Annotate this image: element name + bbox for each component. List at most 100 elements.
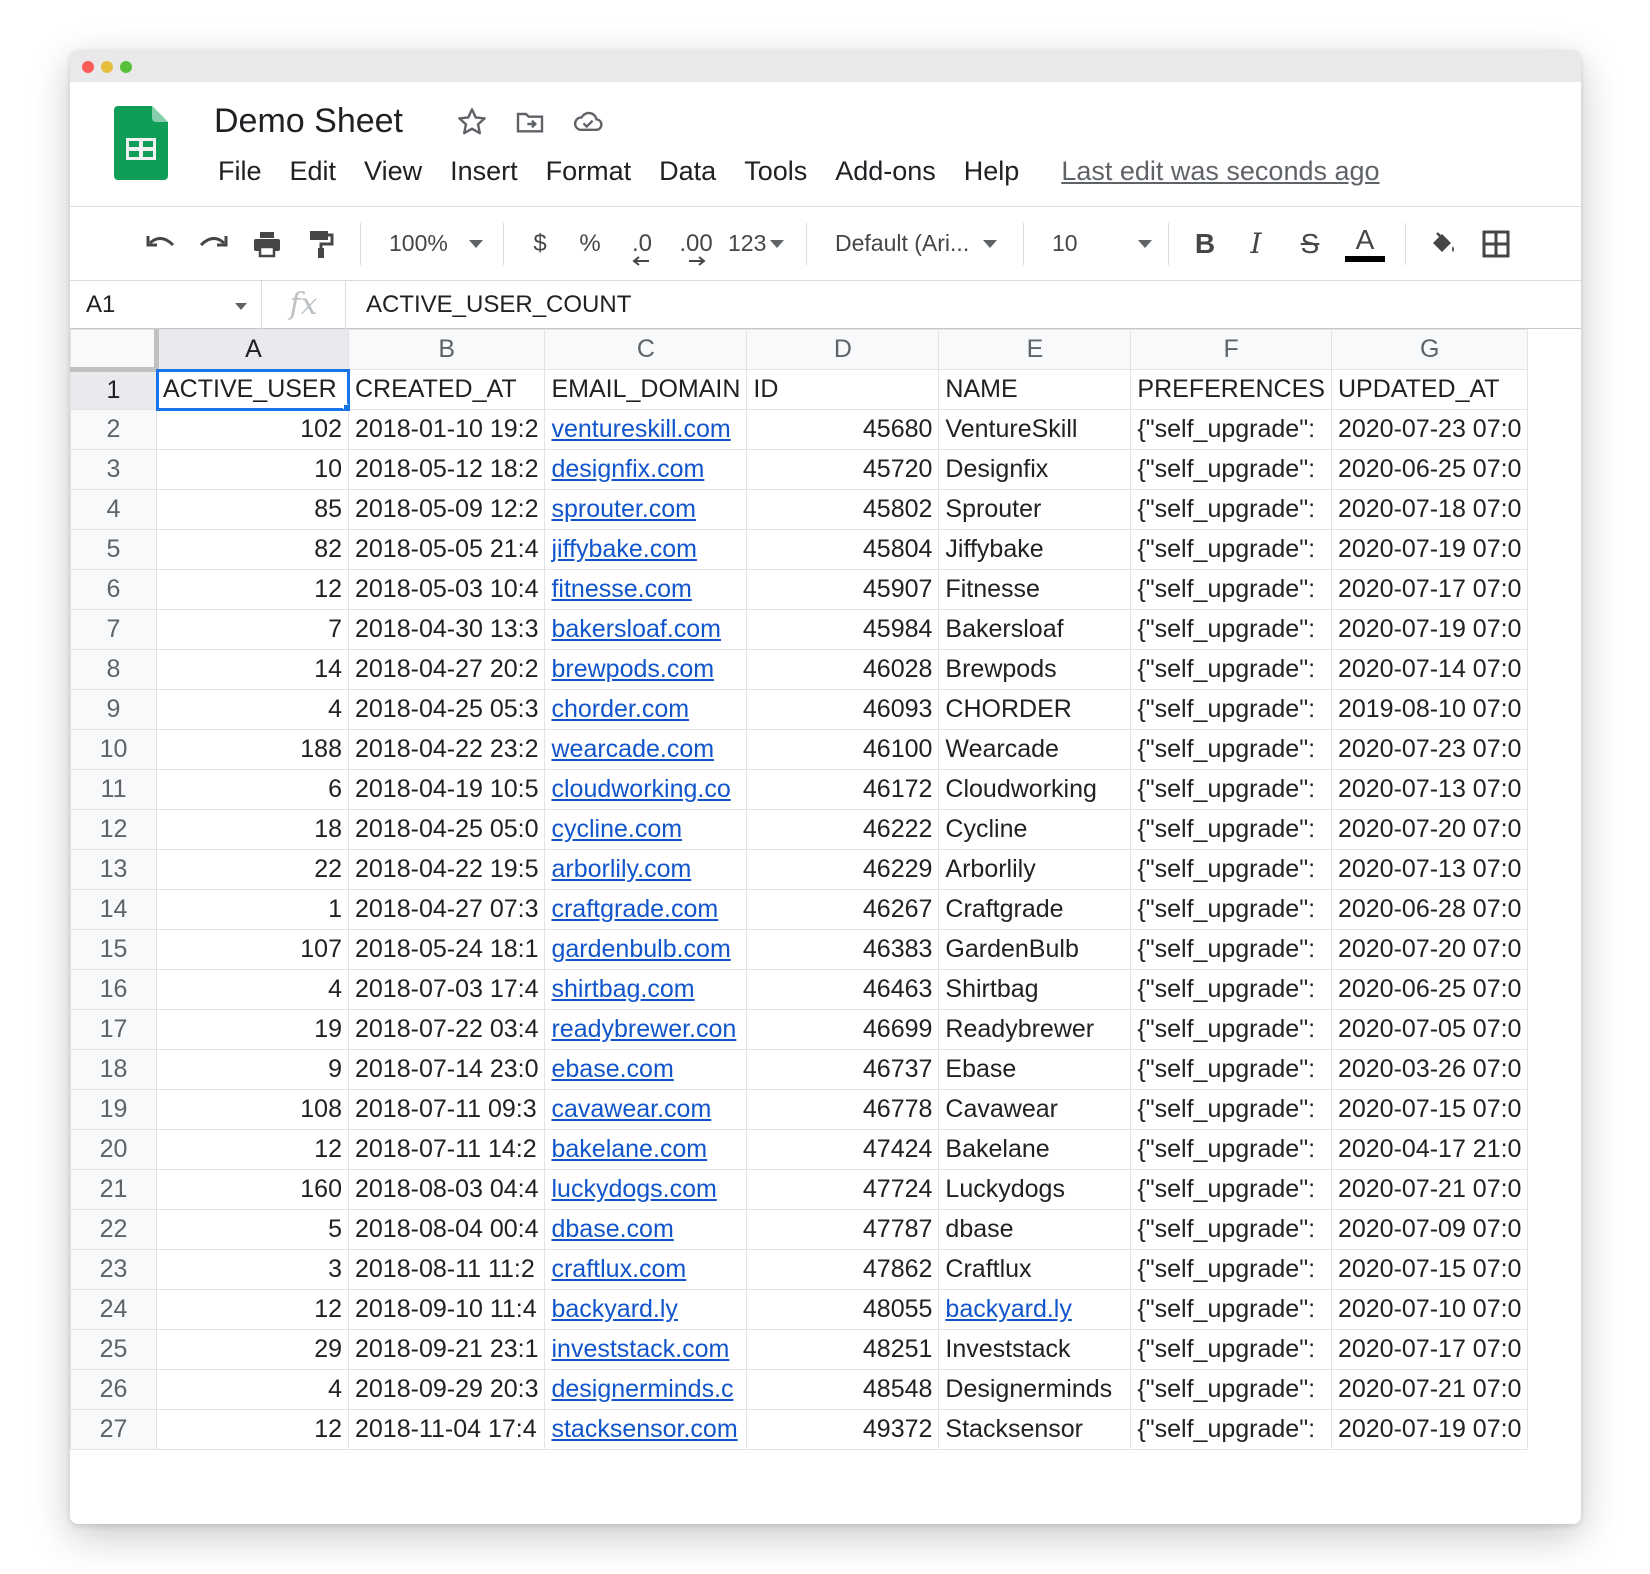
cell-created-at[interactable]: 2018-04-22 23:2	[347, 729, 546, 770]
cell-id[interactable]: 46778	[746, 1089, 940, 1130]
cell-id[interactable]: 46383	[746, 929, 940, 970]
strikethrough-button[interactable]: S	[1283, 222, 1337, 266]
cell-name[interactable]: CHORDER	[938, 689, 1132, 730]
cell-created-at[interactable]: 2018-07-11 09:3	[347, 1089, 546, 1130]
row-header[interactable]: 20	[70, 1129, 157, 1170]
cell-preferences[interactable]: {"self_upgrade":	[1130, 689, 1332, 730]
document-title[interactable]: Demo Sheet	[214, 102, 403, 141]
cell-email-domain-link[interactable]: wearcade.com	[551, 735, 714, 763]
cell-active-user[interactable]: 82	[156, 529, 349, 570]
cell-id[interactable]: 46172	[746, 769, 940, 810]
text-color-button[interactable]: A	[1337, 222, 1393, 266]
cell-email-domain-link[interactable]: bakelane.com	[551, 1135, 707, 1163]
column-header-b[interactable]: B	[347, 329, 546, 370]
cell-email-domain-link[interactable]: ventureskill.com	[551, 415, 730, 443]
row-header[interactable]: 22	[70, 1209, 157, 1250]
cell-name[interactable]: Designfix	[938, 449, 1132, 490]
cell-id[interactable]: 46222	[746, 809, 940, 850]
cell-updated-at[interactable]: 2020-07-13 07:0	[1330, 769, 1529, 810]
cell-active-user[interactable]: 12	[156, 1409, 349, 1450]
cell-active-user[interactable]: 108	[156, 1089, 349, 1130]
cell-email-domain[interactable]: designfix.com	[544, 449, 748, 490]
name-box[interactable]: A1	[70, 280, 262, 329]
row-header[interactable]: 12	[70, 809, 157, 850]
cell-preferences[interactable]: {"self_upgrade":	[1130, 1169, 1332, 1210]
cell-active-user[interactable]: 14	[156, 649, 349, 690]
menu-edit[interactable]: Edit	[276, 156, 351, 187]
cell-updated-at[interactable]: 2020-07-19 07:0	[1330, 1409, 1529, 1450]
column-header-e[interactable]: E	[938, 329, 1132, 370]
cell-active-user[interactable]: 12	[156, 1129, 349, 1170]
paint-format-icon[interactable]	[294, 222, 348, 266]
cell-id[interactable]: 46100	[746, 729, 940, 770]
cell-name[interactable]: GardenBulb	[938, 929, 1132, 970]
row-header[interactable]: 6	[70, 569, 157, 610]
cell-updated-at[interactable]: 2020-07-15 07:0	[1330, 1089, 1529, 1130]
cell-email-domain[interactable]: fitnesse.com	[544, 569, 748, 610]
cell-b1[interactable]: CREATED_AT	[347, 369, 546, 410]
cell-email-domain-link[interactable]: cloudworking.co	[551, 775, 730, 803]
cell-updated-at[interactable]: 2020-07-20 07:0	[1330, 929, 1529, 970]
cell-email-domain-link[interactable]: dbase.com	[551, 1215, 673, 1243]
cell-name[interactable]: Cloudworking	[938, 769, 1132, 810]
cell-created-at[interactable]: 2018-07-22 03:4	[347, 1009, 546, 1050]
cell-created-at[interactable]: 2018-08-04 00:4	[347, 1209, 546, 1250]
cell-created-at[interactable]: 2018-07-03 17:4	[347, 969, 546, 1010]
menu-view[interactable]: View	[350, 156, 436, 187]
cell-updated-at[interactable]: 2020-07-14 07:0	[1330, 649, 1529, 690]
star-icon[interactable]	[452, 102, 492, 142]
cell-email-domain[interactable]: backyard.ly	[544, 1289, 748, 1330]
print-icon[interactable]	[240, 222, 294, 266]
cell-email-domain[interactable]: dbase.com	[544, 1209, 748, 1250]
cell-email-domain-link[interactable]: craftlux.com	[551, 1255, 686, 1283]
cell-email-domain[interactable]: bakersloaf.com	[544, 609, 748, 650]
cell-email-domain-link[interactable]: designfix.com	[551, 455, 704, 483]
row-header[interactable]: 19	[70, 1089, 157, 1130]
cell-name[interactable]: Arborlily	[938, 849, 1132, 890]
menu-addons[interactable]: Add-ons	[821, 156, 950, 187]
cell-updated-at[interactable]: 2020-06-25 07:0	[1330, 969, 1529, 1010]
cell-updated-at[interactable]: 2020-07-21 07:0	[1330, 1369, 1529, 1410]
cell-email-domain[interactable]: craftlux.com	[544, 1249, 748, 1290]
cell-created-at[interactable]: 2018-04-25 05:0	[347, 809, 546, 850]
cell-email-domain[interactable]: jiffybake.com	[544, 529, 748, 570]
cell-email-domain-link[interactable]: luckydogs.com	[551, 1175, 716, 1203]
cell-created-at[interactable]: 2018-04-27 20:2	[347, 649, 546, 690]
cell-name[interactable]: Investstack	[938, 1329, 1132, 1370]
font-size-select[interactable]: 10	[1036, 230, 1156, 257]
cell-email-domain-link[interactable]: stacksensor.com	[551, 1415, 737, 1443]
row-header[interactable]: 16	[70, 969, 157, 1010]
cell-preferences[interactable]: {"self_upgrade":	[1130, 489, 1332, 530]
cell-email-domain[interactable]: ventureskill.com	[544, 409, 748, 450]
cell-active-user[interactable]: 3	[156, 1249, 349, 1290]
cell-active-user[interactable]: 160	[156, 1169, 349, 1210]
row-header[interactable]: 26	[70, 1369, 157, 1410]
row-header[interactable]: 24	[70, 1289, 157, 1330]
cell-preferences[interactable]: {"self_upgrade":	[1130, 769, 1332, 810]
cell-id[interactable]: 48055	[746, 1289, 940, 1330]
cell-name[interactable]: Ebase	[938, 1049, 1132, 1090]
sheets-logo-icon[interactable]	[114, 106, 168, 180]
cell-updated-at[interactable]: 2020-07-20 07:0	[1330, 809, 1529, 850]
row-header[interactable]: 7	[70, 609, 157, 650]
cell-active-user[interactable]: 9	[156, 1049, 349, 1090]
cell-email-domain[interactable]: designerminds.c	[544, 1369, 748, 1410]
cell-updated-at[interactable]: 2020-07-13 07:0	[1330, 849, 1529, 890]
cell-id[interactable]: 45907	[746, 569, 940, 610]
row-header[interactable]: 5	[70, 529, 157, 570]
row-header[interactable]: 13	[70, 849, 157, 890]
menu-file[interactable]: File	[204, 156, 276, 187]
cell-email-domain[interactable]: chorder.com	[544, 689, 748, 730]
cell-active-user[interactable]: 19	[156, 1009, 349, 1050]
column-header-a[interactable]: A	[156, 329, 349, 370]
cell-preferences[interactable]: {"self_upgrade":	[1130, 449, 1332, 490]
cell-created-at[interactable]: 2018-05-05 21:4	[347, 529, 546, 570]
cell-active-user[interactable]: 18	[156, 809, 349, 850]
menu-data[interactable]: Data	[645, 156, 730, 187]
cell-active-user[interactable]: 4	[156, 689, 349, 730]
menu-tools[interactable]: Tools	[730, 156, 821, 187]
cell-email-domain[interactable]: wearcade.com	[544, 729, 748, 770]
cell-created-at[interactable]: 2018-07-14 23:0	[347, 1049, 546, 1090]
cell-updated-at[interactable]: 2020-07-05 07:0	[1330, 1009, 1529, 1050]
cell-created-at[interactable]: 2018-05-12 18:2	[347, 449, 546, 490]
